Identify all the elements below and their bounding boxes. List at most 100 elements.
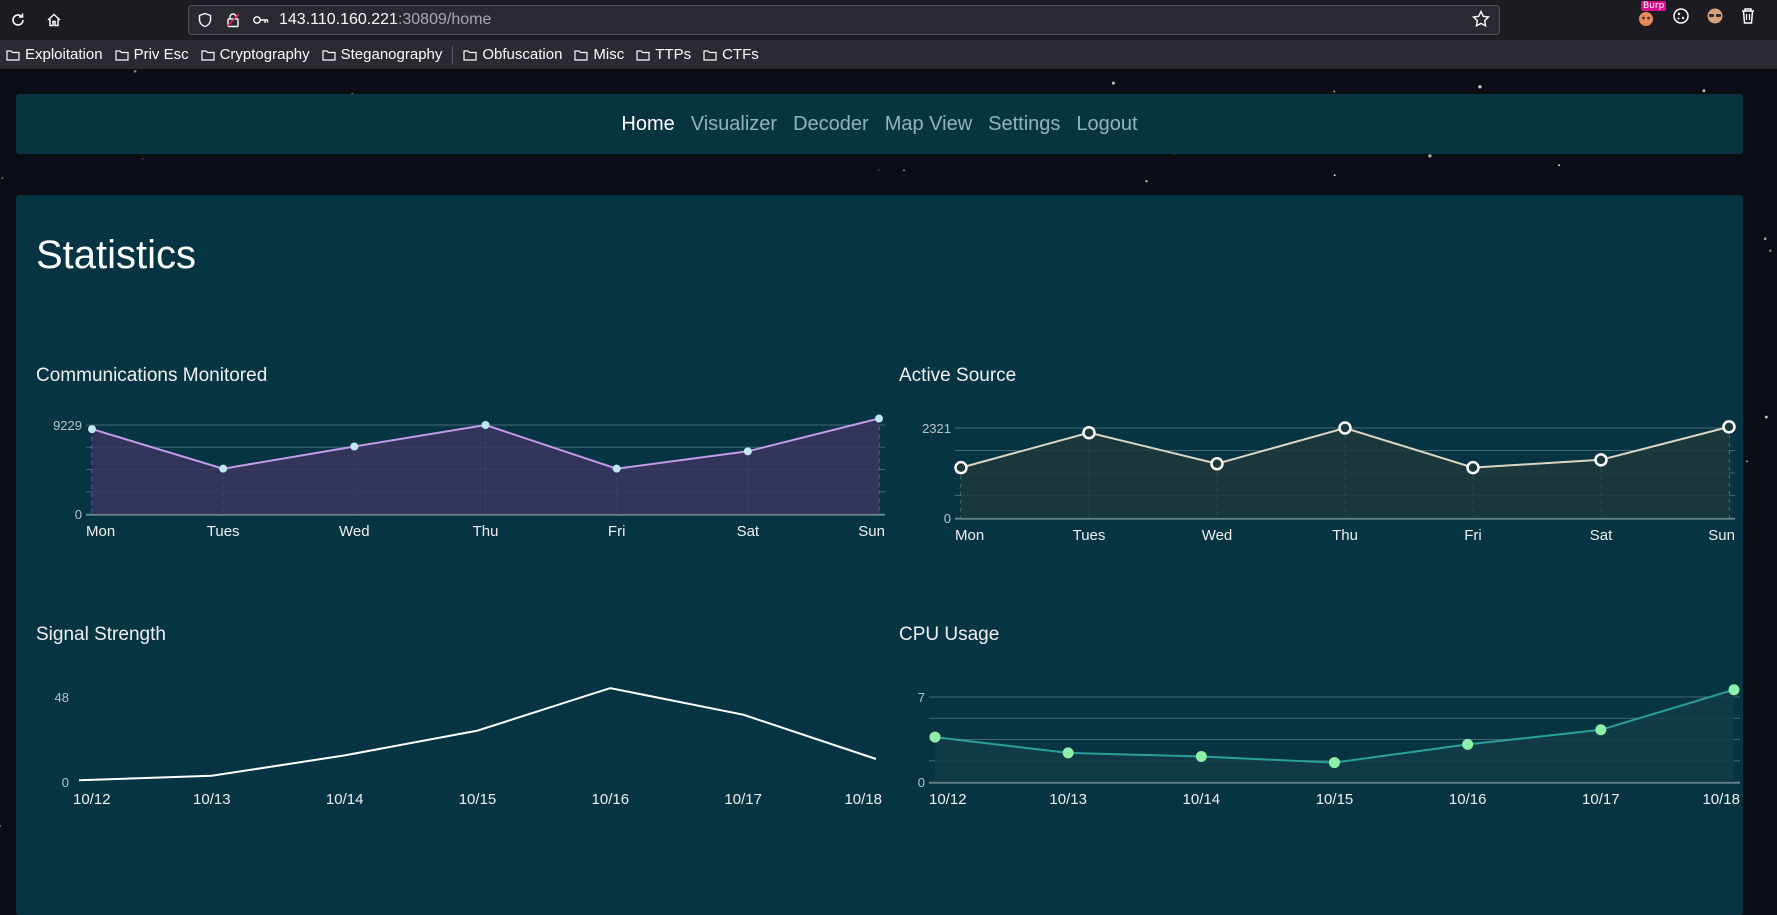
data-point[interactable] <box>1728 684 1740 696</box>
url-text[interactable]: 143.110.160.221:30809/home <box>279 11 491 29</box>
data-point[interactable] <box>1462 738 1474 750</box>
x-tick-label: Wed <box>339 523 370 540</box>
x-tick-label: Mon <box>86 523 115 540</box>
nav-link-visualizer[interactable]: Visualizer <box>691 113 777 136</box>
bookmark-folder[interactable]: Obfuscation <box>463 46 562 63</box>
bookmark-label: Exploitation <box>25 46 103 63</box>
key-icon[interactable] <box>249 8 273 32</box>
bookmark-label: CTFs <box>722 46 759 63</box>
data-point[interactable] <box>954 460 968 475</box>
url-host: 143.110.160.221 <box>279 11 398 28</box>
disguise-extension-icon[interactable] <box>1705 6 1725 30</box>
chart-title: Communications Monitored <box>36 365 268 386</box>
bookmark-separator <box>452 45 454 64</box>
bookmark-folder[interactable]: Misc <box>574 46 624 63</box>
x-tick-label: Wed <box>1202 527 1233 544</box>
data-point[interactable] <box>481 421 490 429</box>
x-tick-label: 10/18 <box>1702 791 1740 808</box>
star-dot <box>141 158 144 160</box>
star-dot <box>1333 174 1336 177</box>
chart-communications-monitored: 9229 0 Mon Tues Wed Thu Fri Sat Sun <box>53 414 885 540</box>
x-tick-label: Fri <box>608 523 626 540</box>
nav-link-logout[interactable]: Logout <box>1076 113 1137 136</box>
burp-extension-icon[interactable]: Burp <box>1635 1 1667 28</box>
series-area <box>961 426 1729 518</box>
folder-icon <box>322 49 336 61</box>
bookmark-label: TTPs <box>655 46 692 63</box>
data-point[interactable] <box>1195 751 1207 762</box>
extensions-area: Burp <box>1635 1 1757 30</box>
x-tick-label: 10/12 <box>73 791 111 808</box>
y-tick-label: 7 <box>918 690 925 705</box>
insecure-lock-icon[interactable] <box>221 8 245 32</box>
y-tick-label: 9229 <box>53 418 82 433</box>
data-point[interactable] <box>1595 724 1607 736</box>
burp-badge: Burp <box>1641 1 1667 11</box>
data-point[interactable] <box>88 425 96 434</box>
star-dot <box>1768 249 1772 252</box>
x-tick-label: 10/17 <box>1582 791 1620 808</box>
data-point[interactable] <box>612 464 621 473</box>
star-dot <box>1 177 4 180</box>
star-dot <box>1478 85 1482 89</box>
x-tick-label: Tues <box>1073 527 1106 544</box>
nav-link-decoder[interactable]: Decoder <box>793 113 869 136</box>
data-point[interactable] <box>1338 421 1352 435</box>
shield-icon[interactable] <box>193 8 217 32</box>
nav-link-settings[interactable]: Settings <box>988 113 1060 136</box>
bookmark-folder[interactable]: Exploitation <box>6 46 103 63</box>
series-line <box>78 687 877 782</box>
x-tick-label: 10/13 <box>1049 791 1087 808</box>
reload-icon[interactable] <box>0 2 36 38</box>
y-tick-label: 0 <box>75 507 82 522</box>
browser-toolbar: 143.110.160.221:30809/home Burp <box>0 0 1777 40</box>
bookmark-folder[interactable]: Cryptography <box>200 46 310 63</box>
data-point[interactable] <box>1210 456 1224 471</box>
data-point[interactable] <box>1082 425 1096 440</box>
bookmark-folder[interactable]: TTPs <box>636 46 691 63</box>
chart-title: CPU Usage <box>899 624 1000 645</box>
bookmark-label: Obfuscation <box>482 46 563 63</box>
folder-icon <box>200 49 215 61</box>
data-point[interactable] <box>1594 453 1608 467</box>
x-tick-label: Sun <box>1708 527 1735 544</box>
top-navigation: Home Visualizer Decoder Map View Settings Log… <box>16 94 1743 154</box>
home-icon[interactable] <box>36 2 72 38</box>
star-dot <box>1145 180 1148 183</box>
data-point[interactable] <box>1329 757 1340 769</box>
data-point[interactable] <box>1466 460 1480 475</box>
bookmark-folder[interactable]: Steganography <box>322 46 443 63</box>
data-point[interactable] <box>350 442 359 451</box>
x-tick-label: Tues <box>207 523 240 540</box>
x-tick-label: Sat <box>737 523 760 540</box>
data-point[interactable] <box>219 464 228 473</box>
nav-link-home[interactable]: Home <box>621 113 674 136</box>
bookmark-folder[interactable]: Priv Esc <box>114 46 189 63</box>
x-tick-label: 10/12 <box>929 791 967 808</box>
data-point[interactable] <box>1722 420 1736 434</box>
star-dot <box>1428 154 1432 158</box>
star-dot <box>903 169 905 172</box>
data-point[interactable] <box>1062 747 1074 759</box>
y-tick-label: 0 <box>918 775 925 790</box>
bookmark-star-icon[interactable] <box>1471 9 1491 33</box>
star-dot <box>1764 415 1768 419</box>
x-tick-label: 10/14 <box>326 791 364 808</box>
chart-active-source: 2321 0 Mon Tues Wed Thu Fri Sat Sun <box>922 420 1736 544</box>
web-page: Home Visualizer Decoder Map View Settings Log… <box>0 70 1777 915</box>
x-tick-label: 10/18 <box>844 791 882 808</box>
nav-link-map-view[interactable]: Map View <box>885 113 972 136</box>
cookie-icon[interactable] <box>1671 6 1691 30</box>
data-point[interactable] <box>929 731 941 743</box>
data-point[interactable] <box>743 447 752 456</box>
chart-title: Signal Strength <box>36 624 166 645</box>
url-bar[interactable]: 143.110.160.221:30809/home <box>188 5 1500 35</box>
folder-icon <box>6 49 20 61</box>
star-dot <box>1333 90 1336 93</box>
data-point[interactable] <box>875 414 883 423</box>
bookmark-folder[interactable]: CTFs <box>703 46 759 63</box>
bookmark-label: Steganography <box>340 46 443 63</box>
bookmark-label: Cryptography <box>219 46 310 63</box>
trash-icon[interactable] <box>1739 6 1757 30</box>
star-dot <box>1111 81 1115 85</box>
